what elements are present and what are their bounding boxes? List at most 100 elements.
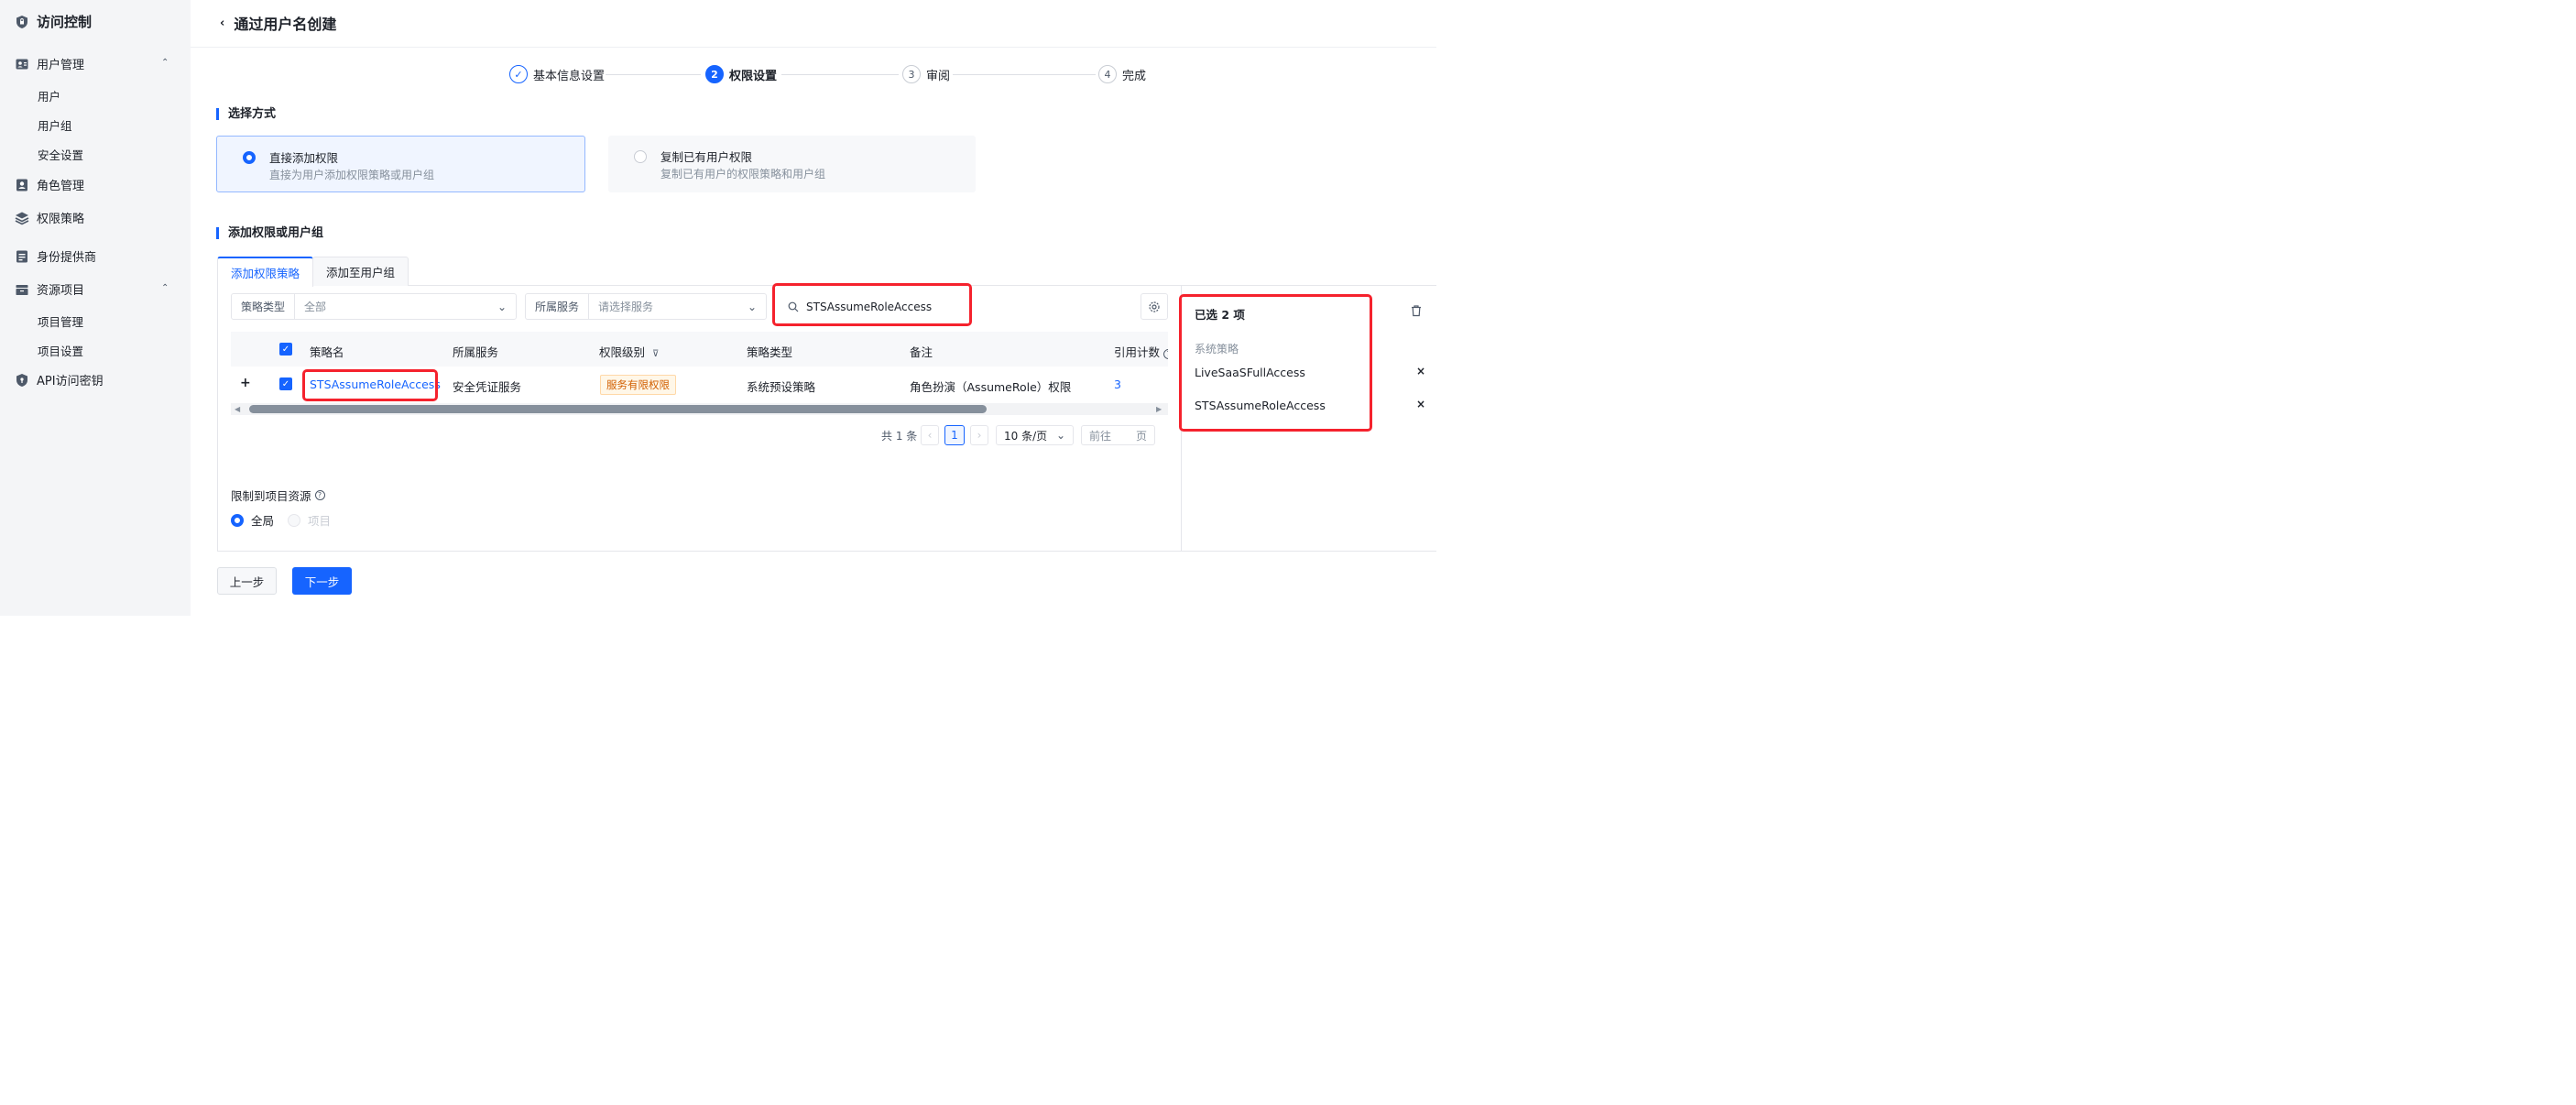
back-arrow-icon[interactable]: ‹ xyxy=(220,16,224,30)
chevron-down-icon: ⌄ xyxy=(1055,429,1065,442)
service-placeholder: 请选择服务 xyxy=(598,301,654,313)
filter-icon[interactable]: ⊽ xyxy=(652,349,659,359)
sidebar-item-roles[interactable]: 角色管理 xyxy=(15,176,84,193)
option-title: 直接添加权限 xyxy=(269,151,339,165)
prev-step-button[interactable]: 上一步 xyxy=(217,567,277,595)
goto-suffix: 页 xyxy=(1135,429,1147,443)
radio-disabled[interactable] xyxy=(288,513,300,527)
sidebar: 访问控制 用户管理 ⌃ 用户 用户组 安全设置 角色管理 权限策略 身份提供商 … xyxy=(0,0,191,616)
restrict-label-text: 限制到项目资源 xyxy=(231,489,311,503)
next-step-button[interactable]: 下一步 xyxy=(292,567,352,595)
highlight-policy-name xyxy=(302,369,438,401)
permission-level-tag: 服务有限权限 xyxy=(600,375,676,395)
step-permissions: 2 权限设置 xyxy=(705,65,777,83)
page-title-text: 通过用户名创建 xyxy=(234,16,337,33)
chevron-up-icon[interactable]: ⌃ xyxy=(161,283,169,293)
col-header-name: 策略名 xyxy=(310,345,344,359)
settings-gear-icon[interactable] xyxy=(1141,293,1168,320)
sidebar-item-label: API访问密钥 xyxy=(37,375,104,388)
col-header-note: 备注 xyxy=(910,345,933,359)
radio-project-label: 项目 xyxy=(308,514,332,528)
scroll-right-icon[interactable]: ▶ xyxy=(1156,405,1162,413)
policy-type-select[interactable]: 策略类型 全部 ⌄ xyxy=(231,293,517,320)
table-header xyxy=(231,332,1168,367)
sidebar-item-project-settings[interactable]: 项目设置 xyxy=(38,342,83,359)
sidebar-item-security[interactable]: 安全设置 xyxy=(38,146,83,163)
step-number: 4 xyxy=(1098,65,1117,83)
radio-global-label: 全局 xyxy=(251,514,275,528)
step-done: 4 完成 xyxy=(1098,65,1146,83)
col-header-service: 所属服务 xyxy=(453,345,499,359)
option-desc: 直接为用户添加权限策略或用户组 xyxy=(269,169,435,181)
section-title-method: 选择方式 xyxy=(216,108,276,120)
trash-icon[interactable] xyxy=(1410,304,1423,320)
tab-add-policy[interactable]: 添加权限策略 xyxy=(217,257,314,287)
option-direct-add[interactable]: 直接添加权限 直接为用户添加权限策略或用户组 xyxy=(216,136,585,192)
expand-row-icon[interactable]: + xyxy=(240,376,251,390)
step-number: 3 xyxy=(902,65,921,83)
highlight-search xyxy=(772,283,972,326)
shield-lock-icon xyxy=(15,15,29,29)
role-icon xyxy=(15,178,29,192)
policy-type-label: 策略类型 xyxy=(232,294,296,319)
col-header-level: 权限级别 ⊽ xyxy=(599,343,659,360)
row-checkbox[interactable]: ✓ xyxy=(279,377,292,390)
cell-note: 角色扮演（AssumeRole）权限 xyxy=(910,380,1072,394)
radio-project[interactable]: 项目 xyxy=(288,511,331,529)
sidebar-item-idp[interactable]: 身份提供商 xyxy=(15,247,96,265)
sidebar-item-user-mgmt[interactable]: 用户管理 xyxy=(15,55,84,72)
scrollbar-thumb[interactable] xyxy=(249,405,987,413)
chevron-up-icon[interactable]: ⌃ xyxy=(161,58,169,68)
sidebar-item-label: 权限策略 xyxy=(37,213,85,226)
option-title: 复制已有用户权限 xyxy=(660,150,753,164)
brand-label: 访问控制 xyxy=(37,14,93,30)
step-connector xyxy=(606,74,701,75)
step-label: 权限设置 xyxy=(729,69,778,83)
col-header-count-text: 引用计数 xyxy=(1114,345,1161,359)
sidebar-item-user-groups[interactable]: 用户组 xyxy=(38,116,72,134)
section-title-perm: 添加权限或用户组 xyxy=(216,227,323,239)
sidebar-item-resources[interactable]: 资源项目 xyxy=(15,280,84,298)
service-select[interactable]: 所属服务 请选择服务 ⌄ xyxy=(525,293,767,320)
remove-icon[interactable]: × xyxy=(1416,398,1425,410)
next-page-icon[interactable]: › xyxy=(970,425,988,445)
layers-icon xyxy=(15,211,29,225)
policy-type-value: 全部 xyxy=(304,301,327,313)
radio-global[interactable]: 全局 xyxy=(231,511,274,529)
goto-page-input[interactable]: 前往 页 xyxy=(1081,425,1155,445)
scroll-left-icon[interactable]: ◀ xyxy=(235,405,240,413)
step-connector xyxy=(781,74,899,75)
sidebar-item-users[interactable]: 用户 xyxy=(38,87,60,104)
step-label: 审阅 xyxy=(926,69,951,83)
help-icon[interactable]: ? xyxy=(314,490,325,500)
goto-prefix: 前往 xyxy=(1089,429,1112,443)
remove-icon[interactable]: × xyxy=(1416,365,1425,377)
horizontal-scrollbar[interactable]: ◀ ▶ xyxy=(231,403,1168,415)
col-header-count: 引用计数 ? xyxy=(1114,343,1168,360)
sidebar-item-api-keys[interactable]: API访问密钥 xyxy=(15,371,104,388)
page-size-select[interactable]: 10 条/页 ⌄ xyxy=(996,425,1074,445)
radio-unselected[interactable] xyxy=(634,150,647,163)
page-title: ‹ 通过用户名创建 xyxy=(220,12,336,34)
sidebar-item-policies[interactable]: 权限策略 xyxy=(15,209,84,226)
sidebar-item-project-mgmt[interactable]: 项目管理 xyxy=(38,312,83,330)
cell-count[interactable]: 3 xyxy=(1114,377,1121,391)
step-number: 2 xyxy=(705,65,724,83)
service-label: 所属服务 xyxy=(526,294,590,319)
pagination-total: 共 1 条 xyxy=(881,430,918,443)
help-icon[interactable]: ? xyxy=(1163,349,1168,359)
page-current[interactable]: 1 xyxy=(944,425,965,445)
radio-selected[interactable] xyxy=(231,513,244,527)
sidebar-item-label: 用户管理 xyxy=(37,59,85,72)
check-icon: ✓ xyxy=(509,65,528,83)
id-badge-icon xyxy=(15,249,29,264)
highlight-selected xyxy=(1179,294,1372,432)
page-size-value: 10 条/页 xyxy=(1004,429,1048,443)
user-card-icon xyxy=(15,57,29,71)
prev-page-icon[interactable]: ‹ xyxy=(921,425,939,445)
tab-add-to-group[interactable]: 添加至用户组 xyxy=(312,257,409,286)
select-all-checkbox[interactable]: ✓ xyxy=(279,343,292,356)
restrict-label: 限制到项目资源 ? xyxy=(231,487,325,504)
radio-selected[interactable] xyxy=(243,151,256,164)
option-copy-user[interactable]: 复制已有用户权限 复制已有用户的权限策略和用户组 xyxy=(608,136,976,192)
